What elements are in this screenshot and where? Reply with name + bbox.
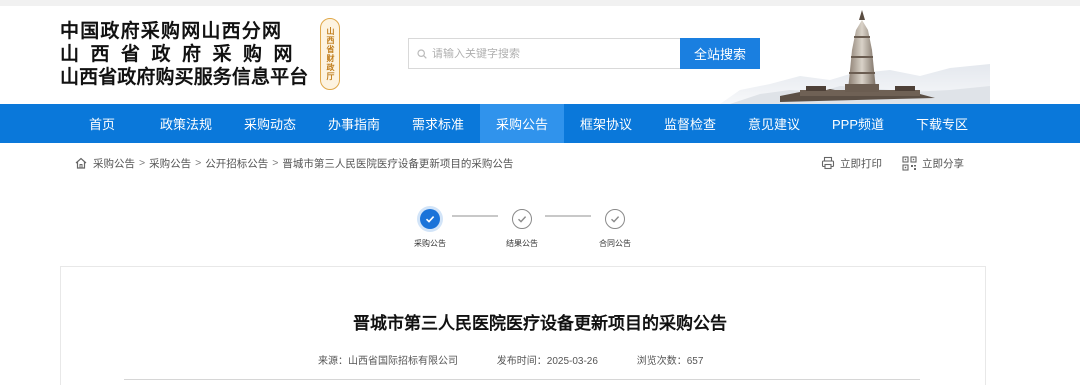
- breadcrumb-link[interactable]: 采购公告: [93, 156, 135, 171]
- search-icon: [417, 48, 427, 59]
- step-result-notice[interactable]: 结果公告: [492, 209, 552, 249]
- site-logo[interactable]: 中国政府采购网山西分网 山西省政府采购网 山西省政府购买服务信息平台: [60, 20, 308, 89]
- check-circle-icon: [420, 209, 440, 229]
- site-header: 中国政府采购网山西分网 山西省政府采购网 山西省政府购买服务信息平台 山西省财政…: [0, 6, 1080, 104]
- nav-item-feedback[interactable]: 意见建议: [732, 104, 816, 143]
- step-contract-notice[interactable]: 合同公告: [585, 209, 645, 249]
- nav-item-policies[interactable]: 政策法规: [144, 104, 228, 143]
- nav-item-ppp[interactable]: PPP频道: [816, 104, 900, 143]
- nav-item-home[interactable]: 首页: [60, 104, 144, 143]
- check-circle-icon: [512, 209, 532, 229]
- qr-code-icon: [902, 155, 917, 171]
- logo-line-3: 山西省政府购买服务信息平台: [60, 66, 309, 88]
- breadcrumb-separator: >: [272, 157, 279, 169]
- nav-item-guide[interactable]: 办事指南: [312, 104, 396, 143]
- pagoda-landscape-image: [720, 10, 990, 104]
- article-views: 浏览次数：657: [636, 356, 704, 367]
- share-label: 立即分享: [922, 157, 964, 170]
- breadcrumb-link[interactable]: 采购公告: [149, 156, 191, 171]
- logo-line-1: 中国政府采购网山西分网: [60, 20, 283, 42]
- breadcrumb-link[interactable]: 公开招标公告: [205, 156, 268, 171]
- printer-icon: [821, 156, 835, 170]
- breadcrumb-separator: >: [195, 157, 202, 169]
- check-circle-icon: [605, 209, 625, 229]
- share-button[interactable]: 立即分享: [902, 154, 964, 172]
- home-icon[interactable]: [74, 156, 88, 170]
- step-procurement-notice[interactable]: 采购公告: [400, 209, 460, 249]
- article-title: 晋城市第三人民医院医疗设备更新项目的采购公告: [353, 314, 727, 334]
- main-nav: 首页 政策法规 采购动态 办事指南 需求标准 采购公告 框架协议 监督检查 意见…: [0, 104, 1080, 143]
- print-button[interactable]: 立即打印: [821, 154, 882, 172]
- finance-department-seal: 山西省财政厅: [320, 18, 340, 90]
- seal-text: 山西省财政厅: [326, 27, 335, 81]
- nav-item-standards[interactable]: 需求标准: [396, 104, 480, 143]
- breadcrumb-separator: >: [139, 157, 146, 169]
- print-label: 立即打印: [840, 157, 882, 170]
- nav-item-framework-agreement[interactable]: 框架协议: [564, 104, 648, 143]
- article-meta: 来源：山西省国际招标有限公司 发布时间：2025-03-26 浏览次数：657: [318, 352, 739, 367]
- step-label: 结果公告: [506, 239, 538, 248]
- search-input[interactable]: [432, 47, 672, 60]
- nav-item-downloads[interactable]: 下载专区: [900, 104, 984, 143]
- logo-line-2: 山西省政府采购网: [60, 43, 305, 65]
- nav-item-procurement-news[interactable]: 采购动态: [228, 104, 312, 143]
- divider: [124, 379, 920, 380]
- step-label: 合同公告: [599, 239, 631, 248]
- search-box: [408, 38, 680, 69]
- breadcrumb-current: 晋城市第三人民医院医疗设备更新项目的采购公告: [282, 157, 514, 170]
- article-source: 来源：山西省国际招标有限公司: [318, 356, 458, 367]
- article-publish-time: 发布时间：2025-03-26: [496, 356, 598, 367]
- nav-item-procurement-notices[interactable]: 采购公告: [480, 104, 564, 143]
- nav-item-supervision[interactable]: 监督检查: [648, 104, 732, 143]
- step-label: 采购公告: [414, 239, 446, 248]
- breadcrumb: 采购公告 > 采购公告 > 公开招标公告 > 晋城市第三人民医院医疗设备更新项目…: [74, 154, 513, 172]
